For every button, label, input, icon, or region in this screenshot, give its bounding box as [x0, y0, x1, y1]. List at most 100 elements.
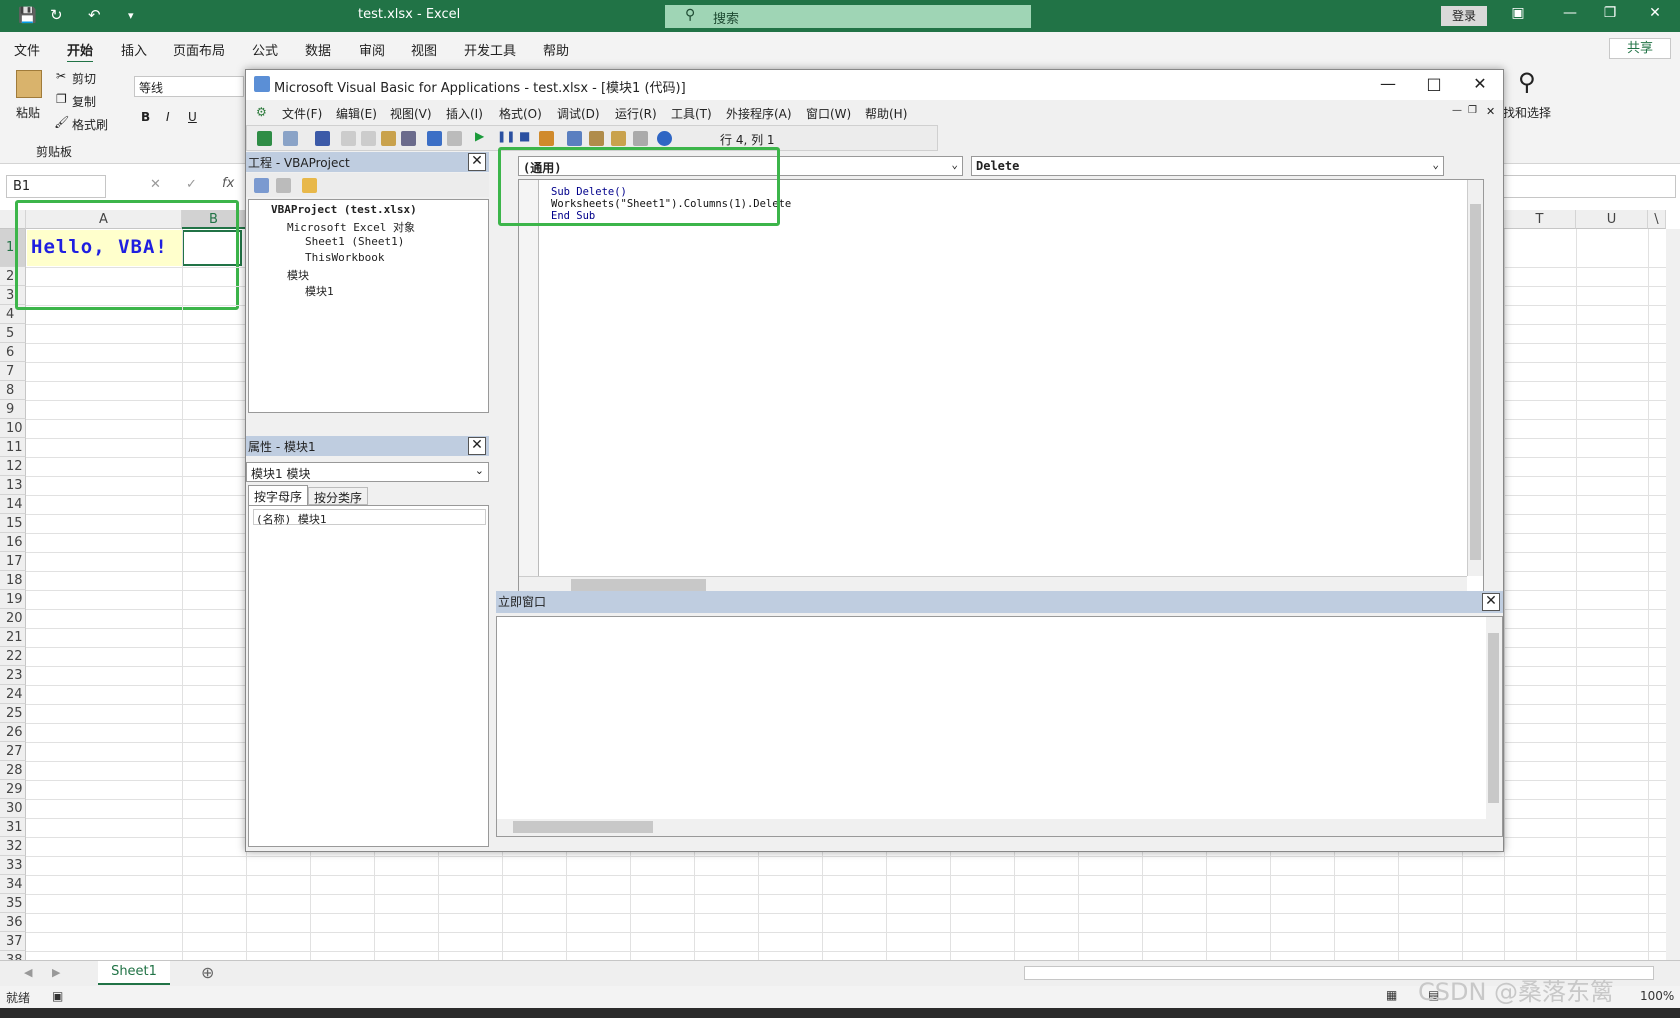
- restore-icon[interactable]: ❐: [1600, 5, 1620, 21]
- row-header[interactable]: 19: [0, 590, 26, 609]
- minimize-icon[interactable]: —: [1560, 5, 1580, 21]
- toolbox-icon[interactable]: [633, 131, 648, 146]
- row-header[interactable]: 28: [0, 761, 26, 780]
- row-header[interactable]: 23: [0, 666, 26, 685]
- copy-icon[interactable]: [361, 131, 376, 146]
- save-icon[interactable]: 💾: [18, 6, 37, 24]
- add-sheet-icon[interactable]: ⊕: [201, 963, 214, 982]
- row-header[interactable]: 14: [0, 495, 26, 514]
- undo-icon[interactable]: [427, 131, 442, 146]
- child-minimize-icon[interactable]: —: [1452, 105, 1462, 116]
- tab-data[interactable]: 数据: [305, 40, 331, 59]
- sheet-tab-sheet1[interactable]: Sheet1: [98, 961, 170, 985]
- vbe-maximize-icon[interactable]: □: [1422, 74, 1446, 93]
- format-painter-button[interactable]: 格式刷: [72, 116, 108, 133]
- row-header[interactable]: 22: [0, 647, 26, 666]
- row-header[interactable]: 36: [0, 913, 26, 932]
- customize-qat-icon[interactable]: ▾: [128, 9, 134, 22]
- prev-sheet-icon[interactable]: ◀: [24, 966, 32, 979]
- menu-edit[interactable]: 编辑(E): [336, 105, 377, 122]
- child-close-icon[interactable]: ✕: [1486, 105, 1495, 118]
- row-header[interactable]: 8: [0, 381, 26, 400]
- vbe-close-icon[interactable]: ✕: [1468, 74, 1492, 93]
- immediate-hscrollbar[interactable]: [497, 819, 1502, 836]
- tab-developer[interactable]: 开发工具: [464, 40, 516, 59]
- project-explorer-icon[interactable]: [567, 131, 582, 146]
- insert-function-icon[interactable]: fx: [222, 176, 234, 191]
- row-header[interactable]: 7: [0, 362, 26, 381]
- row-header[interactable]: 32: [0, 837, 26, 856]
- close-icon[interactable]: ✕: [1645, 5, 1665, 21]
- row-header[interactable]: 6: [0, 343, 26, 362]
- code-vscrollbar[interactable]: [1467, 180, 1483, 576]
- vertical-scrollbar[interactable]: [1666, 229, 1680, 969]
- underline-icon[interactable]: U: [188, 110, 197, 124]
- redo-icon[interactable]: [447, 131, 462, 146]
- share-button[interactable]: 共享: [1609, 38, 1671, 59]
- cancel-entry-icon[interactable]: ✕: [150, 177, 161, 192]
- row-header[interactable]: 31: [0, 818, 26, 837]
- view-excel-icon[interactable]: [257, 131, 272, 146]
- find-select-button[interactable]: 找和选择: [1503, 104, 1551, 121]
- paste-icon[interactable]: [381, 131, 396, 146]
- row-header[interactable]: 30: [0, 799, 26, 818]
- confirm-entry-icon[interactable]: ✓: [186, 177, 197, 192]
- menu-tools[interactable]: 工具(T): [671, 105, 712, 122]
- design-mode-icon[interactable]: [539, 131, 554, 146]
- procedure-select[interactable]: Delete ⌄: [971, 156, 1444, 176]
- save-icon[interactable]: [315, 131, 330, 146]
- row-header[interactable]: 12: [0, 457, 26, 476]
- menu-help[interactable]: 帮助(H): [865, 105, 907, 122]
- tab-file[interactable]: 文件: [14, 40, 40, 59]
- row-header[interactable]: 24: [0, 685, 26, 704]
- col-header-v[interactable]: \: [1648, 210, 1666, 229]
- paste-icon[interactable]: [16, 70, 42, 98]
- ribbon-display-icon[interactable]: ▣: [1508, 5, 1528, 21]
- immediate-hscroll-thumb[interactable]: [513, 821, 653, 833]
- tree-sheet1[interactable]: Sheet1 (Sheet1): [305, 235, 404, 248]
- row-header[interactable]: 25: [0, 704, 26, 723]
- row-header[interactable]: 29: [0, 780, 26, 799]
- tree-vbaproject[interactable]: VBAProject (test.xlsx): [271, 203, 417, 216]
- row-header[interactable]: 5: [0, 324, 26, 343]
- properties-grid[interactable]: (名称) 模块1: [248, 505, 489, 847]
- run-icon[interactable]: ▶: [475, 129, 490, 144]
- row-header[interactable]: 20: [0, 609, 26, 628]
- zoom-level[interactable]: 100%: [1640, 989, 1674, 1003]
- tree-excel-objects[interactable]: Microsoft Excel 对象: [287, 219, 415, 235]
- menu-debug[interactable]: 调试(D): [557, 105, 600, 122]
- immediate-vscroll-thumb[interactable]: [1488, 633, 1499, 803]
- row-header[interactable]: 15: [0, 514, 26, 533]
- properties-icon[interactable]: [589, 131, 604, 146]
- immediate-pane-close-icon[interactable]: ✕: [1482, 593, 1500, 611]
- menu-window[interactable]: 窗口(W): [806, 105, 851, 122]
- help-icon[interactable]: [657, 131, 672, 146]
- view-object-icon[interactable]: [276, 178, 291, 193]
- row-header[interactable]: 34: [0, 875, 26, 894]
- undo-icon[interactable]: ↶: [88, 6, 101, 24]
- properties-pane-close-icon[interactable]: ✕: [468, 437, 486, 455]
- row-header[interactable]: 33: [0, 856, 26, 875]
- row-header[interactable]: 11: [0, 438, 26, 457]
- row-header[interactable]: 21: [0, 628, 26, 647]
- pause-icon[interactable]: ❚❚: [497, 130, 515, 145]
- immediate-window[interactable]: [496, 616, 1503, 837]
- paste-label[interactable]: 粘贴: [16, 104, 40, 121]
- menu-file[interactable]: 文件(F): [282, 105, 322, 122]
- tab-home[interactable]: 开始: [67, 40, 94, 64]
- row-header[interactable]: 17: [0, 552, 26, 571]
- properties-object-select[interactable]: 模块1 模块 ⌄: [246, 462, 489, 482]
- menu-view[interactable]: 视图(V): [390, 105, 432, 122]
- search-input[interactable]: ⚲ 搜索: [665, 5, 1031, 28]
- find-icon[interactable]: [401, 131, 416, 146]
- code-editor[interactable]: Sub Delete() Worksheets("Sheet1").Column…: [518, 179, 1484, 594]
- next-sheet-icon[interactable]: ▶: [52, 966, 60, 979]
- toggle-folders-icon[interactable]: [302, 178, 317, 193]
- col-header-t[interactable]: T: [1504, 210, 1576, 229]
- menu-addins[interactable]: 外接程序(A): [726, 105, 792, 122]
- tab-view[interactable]: 视图: [411, 40, 437, 59]
- font-name-select[interactable]: 等线: [134, 76, 244, 97]
- project-pane-close-icon[interactable]: ✕: [468, 153, 486, 171]
- login-button[interactable]: 登录: [1441, 6, 1487, 26]
- bold-icon[interactable]: B: [141, 110, 150, 124]
